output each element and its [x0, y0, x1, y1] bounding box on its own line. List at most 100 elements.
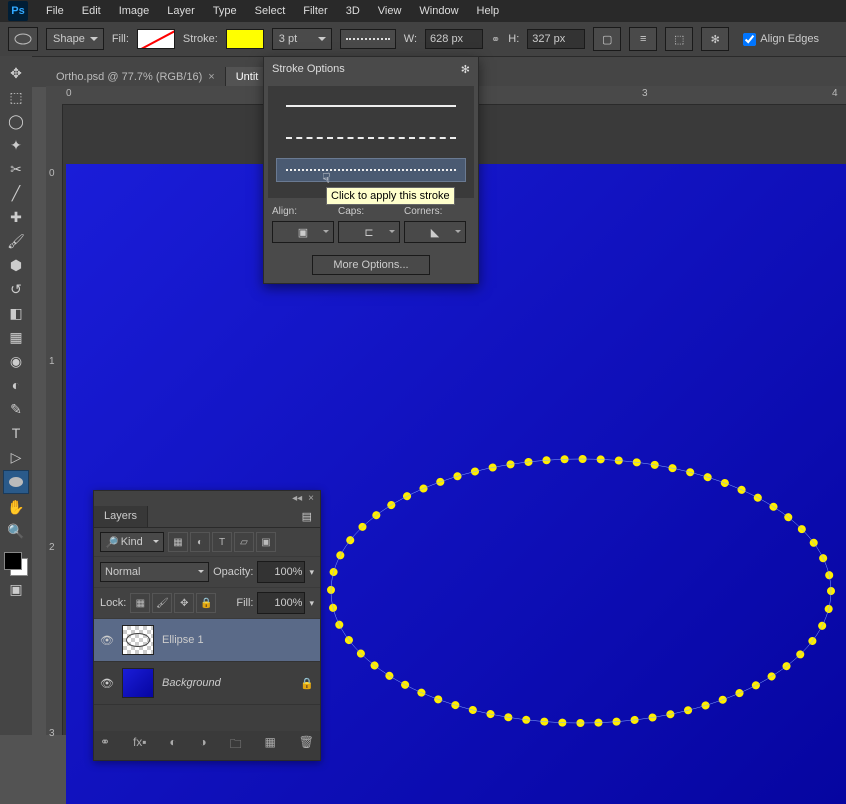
blur-tool[interactable]: ◉ [4, 350, 28, 372]
new-layer-icon[interactable]: ▦ [265, 735, 276, 756]
quickmask-icon[interactable]: ▣ [4, 578, 28, 600]
ellipse-tool[interactable] [3, 470, 29, 494]
stroke-solid[interactable] [276, 94, 466, 118]
layer-ellipse[interactable]: 👁 Ellipse 1 [94, 619, 320, 662]
group-icon[interactable]: 🗀 [230, 735, 242, 756]
brush-tool[interactable]: 🖌 [4, 230, 28, 252]
filter-pixel-icon[interactable]: ▦ [168, 532, 188, 552]
heal-tool[interactable]: ✚ [4, 206, 28, 228]
stroke-type-dropdown[interactable] [340, 29, 396, 49]
wand-tool[interactable]: ✦ [4, 134, 28, 156]
delete-icon[interactable]: 🗑 [299, 735, 314, 756]
shape-mode-dropdown[interactable]: Shape [46, 28, 104, 50]
zoom-tool[interactable]: 🔍 [4, 520, 28, 542]
options-bar: Shape Fill: Stroke: 3 pt W: ⚭ H: ▢ ≡ ⬚ ✻… [0, 22, 846, 57]
ps-logo: Ps [8, 1, 28, 21]
visibility-icon[interactable]: 👁 [100, 676, 114, 690]
fill-arrow-icon[interactable]: ▾ [309, 598, 314, 609]
gradient-tool[interactable]: ▦ [4, 326, 28, 348]
menu-view[interactable]: View [370, 3, 410, 19]
layers-tab[interactable]: Layers [94, 506, 148, 527]
align-edges-checkbox[interactable]: Align Edges [743, 33, 819, 46]
mask-icon[interactable]: ◐ [169, 735, 176, 756]
fill-swatch[interactable] [137, 29, 175, 49]
hand-tool[interactable]: ✋ [4, 496, 28, 518]
lock-trans-icon[interactable]: ▦ [130, 593, 150, 613]
tool-preset[interactable] [8, 27, 38, 51]
blend-mode-dropdown[interactable]: Normal [100, 562, 209, 582]
move-tool[interactable]: ✥ [4, 62, 28, 84]
menu-file[interactable]: File [38, 3, 72, 19]
eraser-tool[interactable]: ◧ [4, 302, 28, 324]
link-icon[interactable]: ⚭ [491, 33, 500, 46]
arrange-icon[interactable]: ⬚ [665, 27, 693, 51]
menu-layer[interactable]: Layer [159, 3, 203, 19]
menu-window[interactable]: Window [411, 3, 466, 19]
menu-select[interactable]: Select [247, 3, 294, 19]
fill-input[interactable] [257, 592, 305, 614]
layer-background[interactable]: 👁 Background 🔒 [94, 662, 320, 705]
more-options-button[interactable]: More Options... [312, 255, 429, 275]
close-icon[interactable]: × [208, 71, 214, 83]
marquee-tool[interactable]: ⬚ [4, 86, 28, 108]
menu-help[interactable]: Help [469, 3, 508, 19]
type-tool[interactable]: T [4, 422, 28, 444]
menu-image[interactable]: Image [111, 3, 158, 19]
stroke-width-input[interactable]: 3 pt [272, 28, 332, 50]
lock-pos-icon[interactable]: ✥ [174, 593, 194, 613]
stroke-dotted[interactable] [276, 158, 466, 182]
eyedropper-tool[interactable]: ╱ [4, 182, 28, 204]
stroke-swatch[interactable] [226, 29, 264, 49]
gear-icon[interactable]: ✻ [701, 27, 729, 51]
corners-dropdown[interactable]: ◣ [404, 221, 466, 243]
adjust-icon[interactable]: ◑ [200, 735, 207, 756]
menu-edit[interactable]: Edit [74, 3, 109, 19]
collapse-icon[interactable]: ◂◂ [292, 493, 302, 504]
path-select-tool[interactable]: ▷ [4, 446, 28, 468]
path-ops-icon[interactable]: ▢ [593, 27, 621, 51]
lasso-tool[interactable]: ◯ [4, 110, 28, 132]
stroke-label: Stroke: [183, 33, 218, 45]
menu-filter[interactable]: Filter [295, 3, 335, 19]
link-layers-icon[interactable]: ⚭ [100, 735, 110, 756]
caps-label: Caps: [338, 206, 404, 217]
height-input[interactable] [527, 29, 585, 49]
layer-name[interactable]: Ellipse 1 [162, 634, 204, 646]
filter-smart-icon[interactable]: ▣ [256, 532, 276, 552]
stroke-dashed[interactable] [276, 126, 466, 150]
color-swatches[interactable] [4, 552, 28, 576]
lock-pixel-icon[interactable]: 🖌 [152, 593, 172, 613]
filter-adjust-icon[interactable]: ◐ [190, 532, 210, 552]
close-panel-icon[interactable]: × [308, 493, 314, 504]
stamp-tool[interactable]: ⬢ [4, 254, 28, 276]
menu-type[interactable]: Type [205, 3, 245, 19]
panel-menu-icon[interactable]: ▤ [294, 506, 320, 527]
crop-tool[interactable]: ✂ [4, 158, 28, 180]
menu-3d[interactable]: 3D [338, 3, 368, 19]
menubar: Ps File Edit Image Layer Type Select Fil… [0, 0, 846, 22]
toolbar: ✥ ⬚ ◯ ✦ ✂ ╱ ✚ 🖌 ⬢ ↺ ◧ ▦ ◉ ◐ ✎ T ▷ ✋ 🔍 ▣ [0, 56, 32, 735]
height-label: H: [508, 33, 519, 45]
filter-type-icon[interactable]: T [212, 532, 232, 552]
opacity-input[interactable] [257, 561, 305, 583]
layer-name[interactable]: Background [162, 677, 221, 689]
tab-ortho[interactable]: Ortho.psd @ 77.7% (RGB/16)× [46, 67, 226, 87]
align-icon[interactable]: ≡ [629, 27, 657, 51]
filter-kind-dropdown[interactable]: 🔎Kind [100, 532, 164, 552]
lock-all-icon[interactable]: 🔒 [196, 593, 216, 613]
layer-thumb[interactable] [122, 625, 154, 655]
caps-dropdown[interactable]: ⊏ [338, 221, 400, 243]
stroke-options-popup: Stroke Options✻ Align:▣ Caps:⊏ Corners:◣… [263, 56, 479, 284]
pen-tool[interactable]: ✎ [4, 398, 28, 420]
dodge-tool[interactable]: ◐ [4, 374, 28, 396]
align-dropdown[interactable]: ▣ [272, 221, 334, 243]
visibility-icon[interactable]: 👁 [100, 633, 114, 647]
width-input[interactable] [425, 29, 483, 49]
fx-icon[interactable]: fx▪ [133, 735, 147, 756]
opacity-arrow-icon[interactable]: ▾ [309, 567, 314, 578]
filter-shape-icon[interactable]: ▱ [234, 532, 254, 552]
layer-thumb[interactable] [122, 668, 154, 698]
lock-icon: 🔒 [300, 677, 314, 690]
popup-gear-icon[interactable]: ✻ [461, 63, 470, 76]
history-brush-tool[interactable]: ↺ [4, 278, 28, 300]
